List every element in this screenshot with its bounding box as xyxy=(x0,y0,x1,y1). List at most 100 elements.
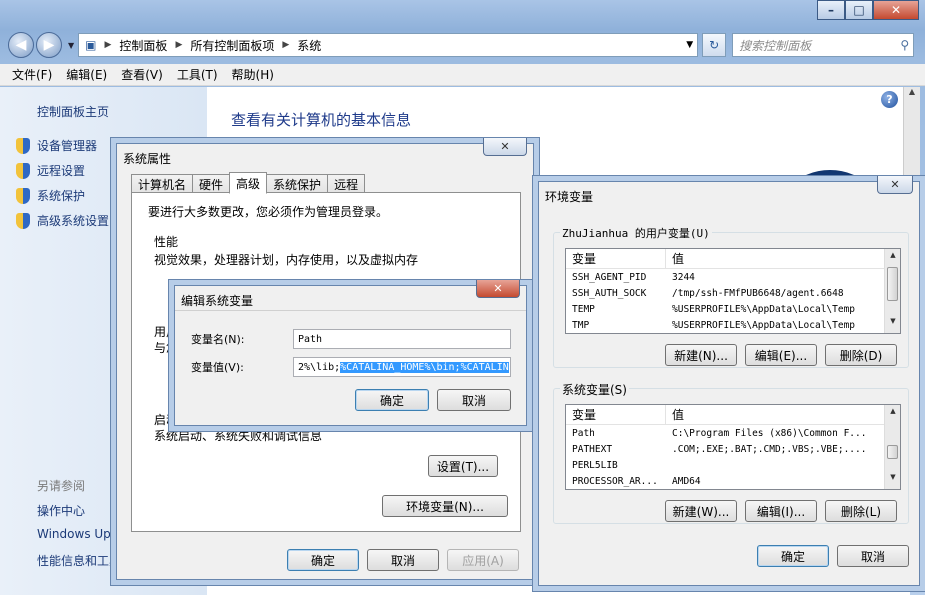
scroll-up-icon[interactable]: ▲ xyxy=(904,87,920,96)
new-user-variable-button[interactable]: 新建(N)... xyxy=(665,344,737,366)
variable-value: 3244 xyxy=(672,271,695,283)
list-item[interactable]: SSH_AUTH_SOCK /tmp/ssh-FMfPUB6648/agent.… xyxy=(566,285,900,301)
menu-tools[interactable]: 工具(T) xyxy=(177,66,218,83)
system-variables-list[interactable]: 变量 值 Path C:\Program Files (x86)\Common … xyxy=(565,404,901,490)
maximize-icon[interactable]: □ xyxy=(845,0,873,20)
list-header: 变量 值 xyxy=(566,249,900,269)
edit-system-variable-button[interactable]: 编辑(I)... xyxy=(745,500,817,522)
list-item[interactable]: PATHEXT .COM;.EXE;.BAT;.CMD;.VBS;.VBE;..… xyxy=(566,441,900,457)
edit-user-variable-button[interactable]: 编辑(E)... xyxy=(745,344,817,366)
close-icon[interactable]: ✕ xyxy=(873,0,919,20)
scroll-up-icon[interactable]: ▲ xyxy=(885,251,900,265)
dialog-title: 编辑系统变量 xyxy=(181,294,254,308)
menu-file[interactable]: 文件(F) xyxy=(12,66,52,83)
shield-icon xyxy=(16,187,30,204)
startup-settings-button[interactable]: 设置(T)... xyxy=(428,455,498,477)
variable-value: %USERPROFILE%\AppData\Local\Temp xyxy=(672,319,856,331)
menu-edit[interactable]: 编辑(E) xyxy=(66,66,107,83)
scroll-thumb[interactable] xyxy=(887,267,898,301)
variable-name-label: 变量名(N): xyxy=(191,333,245,346)
scroll-up-icon[interactable]: ▲ xyxy=(885,407,900,421)
column-header-value[interactable]: 值 xyxy=(666,405,900,424)
forward-arrow-icon[interactable]: ▶ xyxy=(36,32,62,58)
list-item[interactable]: TEMP %USERPROFILE%\AppData\Local\Temp xyxy=(566,301,900,317)
list-header: 变量 值 xyxy=(566,405,900,425)
list-scrollbar[interactable]: ▲ ▼ xyxy=(884,405,900,489)
shield-icon xyxy=(16,162,30,179)
variable-value-text: 2%\lib; xyxy=(298,361,341,373)
environment-variables-button[interactable]: 环境变量(N)... xyxy=(382,495,508,517)
sidebar-item-performance-tools[interactable]: 性能信息和工具 xyxy=(37,552,122,569)
sidebar-item-label: 系统保护 xyxy=(37,189,86,203)
tab-advanced[interactable]: 高级 xyxy=(229,172,268,194)
breadcrumb-separator-icon[interactable]: ▶ xyxy=(105,40,112,50)
list-item[interactable]: TMP %USERPROFILE%\AppData\Local\Temp xyxy=(566,317,900,333)
breadcrumb-item[interactable]: 所有控制面板项 xyxy=(190,37,274,54)
list-item[interactable]: PROCESSOR_AR... AMD64 xyxy=(566,473,900,489)
delete-system-variable-button[interactable]: 删除(L) xyxy=(825,500,897,522)
variable-name: TMP xyxy=(572,319,590,331)
scroll-thumb[interactable] xyxy=(887,445,898,459)
column-header-value[interactable]: 值 xyxy=(666,249,900,268)
search-input[interactable]: 搜索控制面板 ⚲ xyxy=(732,33,915,57)
help-icon[interactable]: ? xyxy=(881,91,898,108)
scroll-down-icon[interactable]: ▼ xyxy=(885,473,900,487)
column-header-variable[interactable]: 变量 xyxy=(566,405,666,424)
breadcrumb-item[interactable]: 控制面板 xyxy=(119,37,167,54)
variable-value: %USERPROFILE%\AppData\Local\Temp xyxy=(672,303,856,315)
column-header-variable[interactable]: 变量 xyxy=(566,249,666,268)
dialog-title: 环境变量 xyxy=(545,190,594,204)
ok-button[interactable]: 确定 xyxy=(757,545,829,567)
list-item[interactable]: SSH_AGENT_PID 3244 xyxy=(566,269,900,285)
breadcrumb-separator-icon[interactable]: ▶ xyxy=(282,40,289,50)
ok-button[interactable]: 确定 xyxy=(287,549,359,571)
sidebar-item-device-manager[interactable]: 设备管理器 xyxy=(16,137,97,154)
variable-name: PROCESSOR_AR... xyxy=(572,475,658,487)
variable-name: TEMP xyxy=(572,303,595,315)
see-also-heading: 另请参阅 xyxy=(37,479,86,493)
search-icon[interactable]: ⚲ xyxy=(900,38,909,52)
menu-view[interactable]: 查看(V) xyxy=(121,66,163,83)
recent-pages-dropdown-icon[interactable]: ▼ xyxy=(68,41,74,50)
apply-button[interactable]: 应用(A) xyxy=(447,549,519,571)
admin-note: 要进行大多数更改，您必须作为管理员登录。 xyxy=(148,205,389,219)
list-item[interactable]: Path C:\Program Files (x86)\Common F... xyxy=(566,425,900,441)
address-bar[interactable]: ▣ ▶ 控制面板 ▶ 所有控制面板项 ▶ 系统 ▼ xyxy=(78,33,699,57)
ok-button[interactable]: 确定 xyxy=(355,389,429,411)
tab-remote[interactable]: 远程 xyxy=(327,174,366,193)
sidebar-item-windows-update[interactable]: Windows Update xyxy=(37,527,122,541)
tab-hardware[interactable]: 硬件 xyxy=(192,174,231,193)
close-icon[interactable]: ✕ xyxy=(483,138,527,156)
cancel-button[interactable]: 取消 xyxy=(837,545,909,567)
tab-system-protection[interactable]: 系统保护 xyxy=(266,174,329,193)
breadcrumb-separator-icon[interactable]: ▶ xyxy=(175,40,182,50)
variable-value-field[interactable]: 2%\lib; %CATALINA_HOME%\bin;%CATALIN xyxy=(293,357,511,377)
sidebar-item-label: 远程设置 xyxy=(37,164,86,178)
breadcrumb-item[interactable]: 系统 xyxy=(297,37,321,54)
refresh-icon[interactable]: ↻ xyxy=(702,33,727,57)
tab-computer-name[interactable]: 计算机名 xyxy=(131,174,194,193)
cancel-button[interactable]: 取消 xyxy=(367,549,439,571)
list-scrollbar[interactable]: ▲ ▼ xyxy=(884,249,900,333)
close-icon[interactable]: ✕ xyxy=(877,176,913,194)
address-dropdown-icon[interactable]: ▼ xyxy=(686,40,693,50)
sidebar-item-system-protection[interactable]: 系统保护 xyxy=(16,187,85,204)
sidebar-home-link[interactable]: 控制面板主页 xyxy=(37,103,109,120)
variable-name-field[interactable]: Path xyxy=(293,329,511,349)
cancel-button[interactable]: 取消 xyxy=(437,389,511,411)
scroll-down-icon[interactable]: ▼ xyxy=(885,317,900,331)
sidebar-item-action-center[interactable]: 操作中心 xyxy=(37,502,122,519)
variable-name: SSH_AGENT_PID xyxy=(572,271,647,283)
minimize-icon[interactable]: – xyxy=(817,0,845,20)
delete-user-variable-button[interactable]: 删除(D) xyxy=(825,344,897,366)
back-arrow-icon[interactable]: ◀ xyxy=(8,32,34,58)
startup-desc: 系统启动、系统失败和调试信息 xyxy=(154,429,323,443)
menu-help[interactable]: 帮助(H) xyxy=(232,66,274,83)
new-system-variable-button[interactable]: 新建(W)... xyxy=(665,500,737,522)
close-icon[interactable]: ✕ xyxy=(476,280,520,298)
list-item[interactable]: PERL5LIB xyxy=(566,457,900,473)
sidebar-item-remote-settings[interactable]: 远程设置 xyxy=(16,162,85,179)
performance-desc: 视觉效果，处理器计划，内存使用，以及虚拟内存 xyxy=(154,253,419,267)
sidebar-item-advanced-settings[interactable]: 高级系统设置 xyxy=(16,212,109,229)
user-variables-list[interactable]: 变量 值 SSH_AGENT_PID 3244 SSH_AUTH_SOCK /t… xyxy=(565,248,901,334)
